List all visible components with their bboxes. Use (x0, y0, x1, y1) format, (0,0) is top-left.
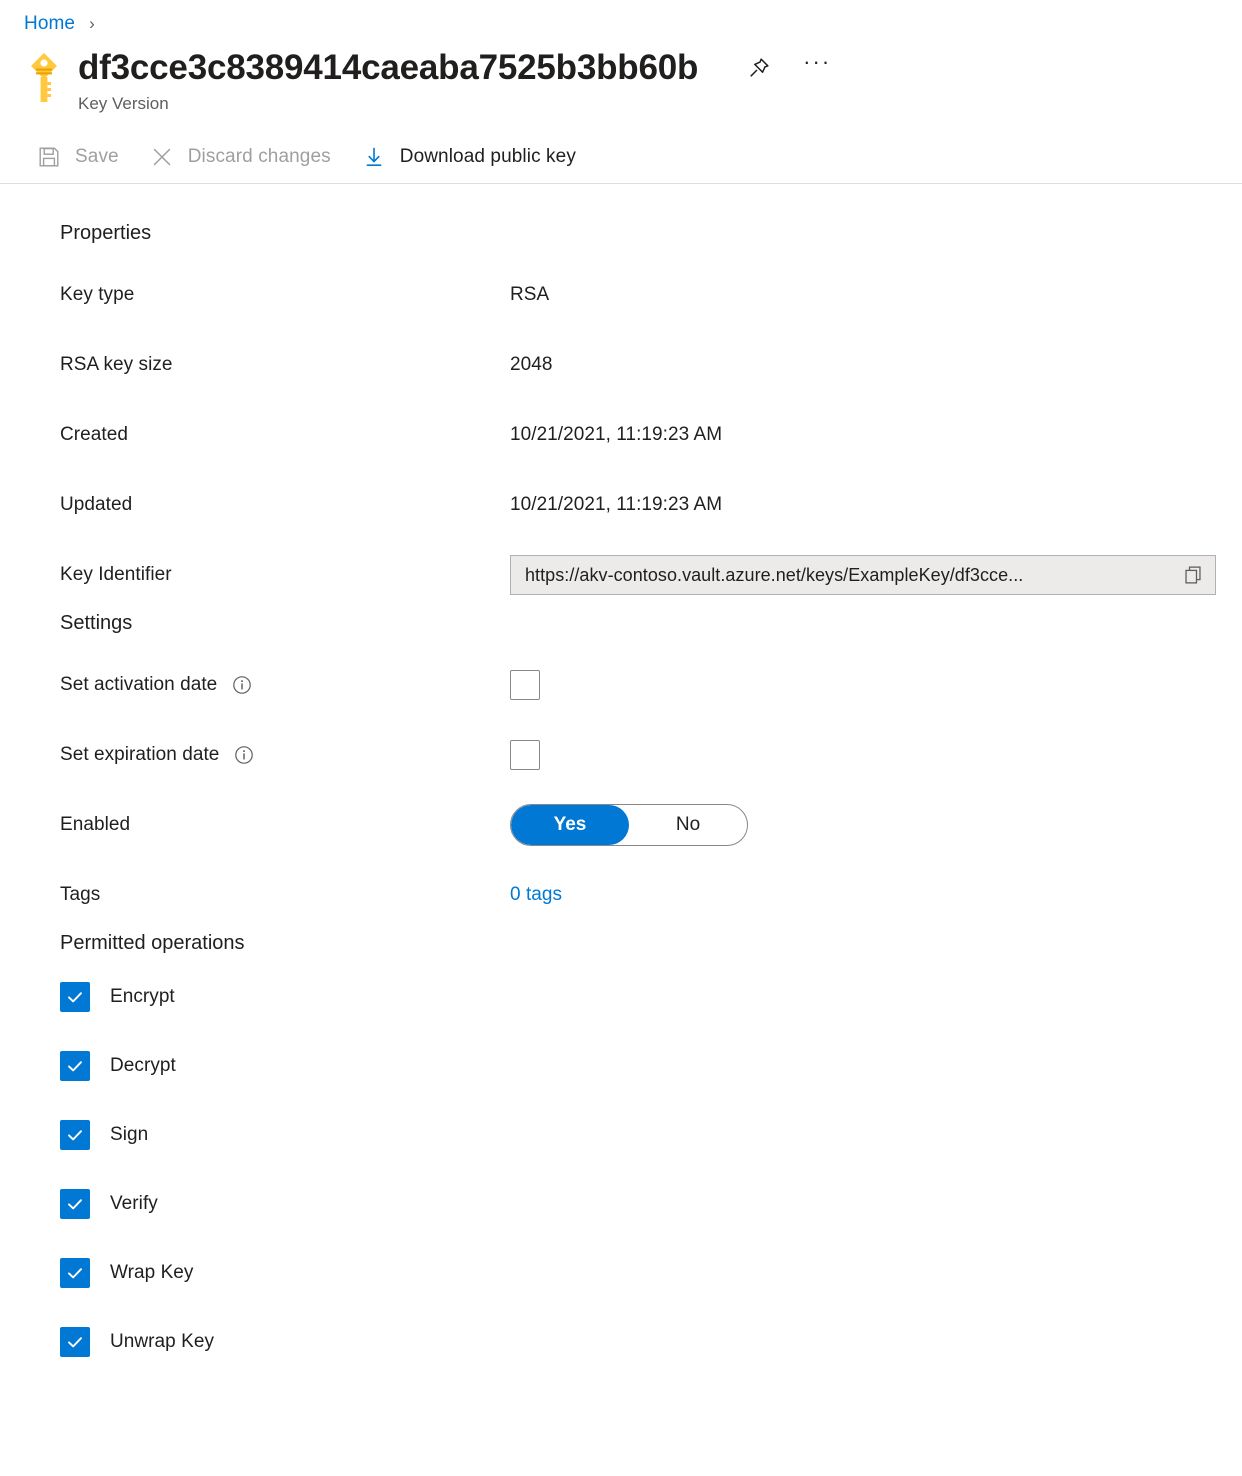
set-expiration-date-label: Set expiration date (60, 744, 510, 766)
property-row-updated: Updated 10/21/2021, 11:19:23 AM (0, 470, 1242, 540)
download-public-key-label: Download public key (400, 146, 576, 168)
set-activation-date-text: Set activation date (60, 674, 217, 696)
page-header: df3cce3c8389414caeaba7525b3bb60b ··· Key… (0, 34, 1242, 120)
enabled-label: Enabled (60, 814, 510, 836)
operation-row-unwrap-key: Unwrap Key (0, 1307, 1242, 1376)
more-options-icon[interactable]: ··· (802, 53, 832, 83)
setting-row-enabled: Enabled Yes No (0, 790, 1242, 860)
key-type-label: Key type (60, 284, 510, 306)
rsa-key-size-value: 2048 (510, 354, 552, 376)
enabled-toggle-no[interactable]: No (629, 805, 747, 845)
key-type-value: RSA (510, 284, 549, 306)
verify-label: Verify (110, 1193, 158, 1215)
operation-row-verify: Verify (0, 1169, 1242, 1238)
set-activation-date-checkbox[interactable] (510, 670, 540, 700)
rsa-key-size-label: RSA key size (60, 354, 510, 376)
sign-label: Sign (110, 1124, 148, 1146)
breadcrumb: Home › (0, 0, 1242, 34)
enabled-toggle-yes[interactable]: Yes (511, 805, 629, 845)
property-row-created: Created 10/21/2021, 11:19:23 AM (0, 400, 1242, 470)
key-identifier-value: https://akv-contoso.vault.azure.net/keys… (525, 565, 1177, 586)
property-row-key-type: Key type RSA (0, 260, 1242, 330)
download-icon (361, 144, 387, 170)
operation-row-sign: Sign (0, 1100, 1242, 1169)
info-icon[interactable] (231, 674, 253, 696)
operation-row-wrap-key: Wrap Key (0, 1238, 1242, 1307)
tags-label: Tags (60, 884, 510, 906)
setting-row-expiration-date: Set expiration date (0, 720, 1242, 790)
property-row-key-identifier: Key Identifier https://akv-contoso.vault… (0, 540, 1242, 610)
operation-row-encrypt: Encrypt (0, 962, 1242, 1031)
command-bar: Save Discard changes Download public ke (0, 130, 1242, 184)
save-label: Save (75, 146, 119, 168)
page-title: df3cce3c8389414caeaba7525b3bb60b (78, 46, 698, 90)
decrypt-checkbox[interactable] (60, 1051, 90, 1081)
decrypt-label: Decrypt (110, 1055, 176, 1077)
discard-changes-button[interactable]: Discard changes (149, 138, 331, 176)
setting-row-tags: Tags 0 tags (0, 860, 1242, 930)
wrap-key-checkbox[interactable] (60, 1258, 90, 1288)
tags-link[interactable]: 0 tags (510, 884, 562, 906)
created-label: Created (60, 424, 510, 446)
info-icon[interactable] (233, 744, 255, 766)
pin-icon[interactable] (744, 53, 774, 83)
breadcrumb-separator-icon: › (89, 14, 95, 34)
encrypt-checkbox[interactable] (60, 982, 90, 1012)
properties-section-title: Properties (0, 220, 1242, 246)
copy-icon[interactable] (1177, 559, 1209, 591)
set-expiration-date-text: Set expiration date (60, 744, 219, 766)
save-button[interactable]: Save (36, 138, 119, 176)
page-subtitle: Key Version (78, 93, 832, 115)
sign-checkbox[interactable] (60, 1120, 90, 1150)
settings-section-title: Settings (0, 610, 1242, 636)
key-identifier-input[interactable]: https://akv-contoso.vault.azure.net/keys… (510, 555, 1216, 595)
discard-changes-label: Discard changes (188, 146, 331, 168)
save-icon (36, 144, 62, 170)
updated-label: Updated (60, 494, 510, 516)
set-activation-date-label: Set activation date (60, 674, 510, 696)
key-icon (24, 50, 64, 106)
updated-value: 10/21/2021, 11:19:23 AM (510, 494, 722, 516)
close-icon (149, 144, 175, 170)
unwrap-key-checkbox[interactable] (60, 1327, 90, 1357)
enabled-toggle[interactable]: Yes No (510, 804, 748, 846)
permitted-operations-section-title: Permitted operations (0, 930, 1242, 956)
verify-checkbox[interactable] (60, 1189, 90, 1219)
operation-row-decrypt: Decrypt (0, 1031, 1242, 1100)
main-content: Properties Key type RSA RSA key size 204… (0, 184, 1242, 1376)
encrypt-label: Encrypt (110, 986, 175, 1008)
download-public-key-button[interactable]: Download public key (361, 138, 576, 176)
breadcrumb-home-link[interactable]: Home (24, 13, 75, 35)
set-expiration-date-checkbox[interactable] (510, 740, 540, 770)
key-identifier-label: Key Identifier (60, 564, 510, 586)
setting-row-activation-date: Set activation date (0, 650, 1242, 720)
unwrap-key-label: Unwrap Key (110, 1331, 214, 1353)
wrap-key-label: Wrap Key (110, 1262, 193, 1284)
created-value: 10/21/2021, 11:19:23 AM (510, 424, 722, 446)
property-row-rsa-key-size: RSA key size 2048 (0, 330, 1242, 400)
